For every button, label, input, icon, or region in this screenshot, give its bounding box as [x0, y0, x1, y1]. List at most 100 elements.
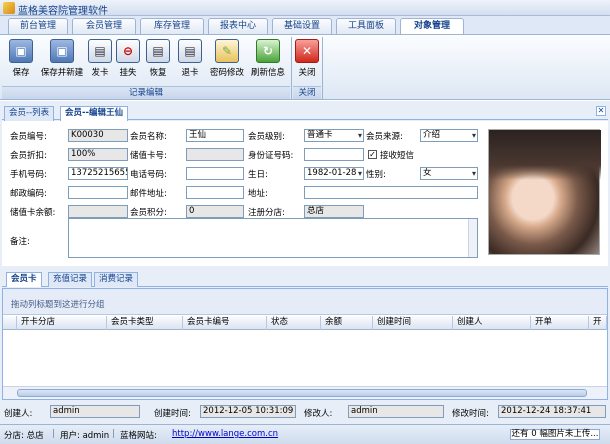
app-logo-icon	[3, 2, 15, 14]
save-button[interactable]: ▣ 保存	[6, 37, 36, 81]
column-header-balance[interactable]: 余额	[321, 316, 373, 330]
stored-balance-field[interactable]	[68, 205, 128, 218]
member-no-field[interactable]: K00030	[68, 129, 128, 142]
column-header-order[interactable]: 开单	[531, 316, 589, 330]
close-icon: ✕	[295, 39, 319, 63]
card-grid: 拖动列标题到这进行分组 开卡分店 会员卡类型 会员卡编号 状态 余额 创建时间 …	[2, 288, 608, 400]
save-icon: ▣	[9, 39, 33, 63]
points-field[interactable]: 0	[186, 205, 244, 218]
column-header-branch[interactable]: 开卡分店	[17, 316, 107, 330]
ribbon-toolbar: ▣ 保存 ▣ 保存并新建 ▤ 发卡 ⊖ 挂失 ▤ 恢复 ▤ 退卡 ✎ 密码修改 …	[0, 34, 610, 100]
audit-footer: 创建人: admin 创建时间: 2012-12-05 10:31:09 修改人…	[0, 402, 610, 422]
save-new-icon: ▣	[50, 39, 74, 63]
website-link[interactable]: http://www.lange.com.cn	[172, 429, 278, 439]
column-header-created-time[interactable]: 创建时间	[373, 316, 453, 330]
remark-scrollbar[interactable]	[468, 219, 477, 257]
branch-label: 注册分店:	[248, 208, 285, 218]
restore-icon: ▤	[146, 39, 170, 63]
refresh-button[interactable]: ↻ 刷新信息	[248, 37, 288, 81]
tab-basic-settings[interactable]: 基础设置	[272, 18, 332, 34]
modifier-field[interactable]: admin	[348, 405, 444, 418]
card-icon: ▤	[88, 39, 112, 63]
tab-inventory[interactable]: 库存管理	[140, 18, 204, 34]
stored-balance-label: 储值卡余额:	[10, 208, 56, 218]
address-label: 地址:	[248, 189, 268, 199]
menu-bar: 前台管理 会员管理 库存管理 报表中心 基础设置 工具面板 对象管理	[0, 16, 610, 34]
close-tab-icon[interactable]: ✕	[596, 106, 606, 116]
sms-checkbox[interactable]: ✓	[368, 150, 377, 159]
tab-reports[interactable]: 报表中心	[208, 18, 268, 34]
photo-hair-shade	[489, 130, 601, 180]
phone-label: 电话号码:	[130, 170, 167, 180]
modified-time-label: 修改时间:	[452, 409, 489, 419]
change-password-button[interactable]: ✎ 密码修改	[208, 37, 246, 81]
tab-member-management[interactable]: 会员管理	[72, 18, 136, 34]
tab-front-desk[interactable]: 前台管理	[8, 18, 68, 34]
save-and-new-button[interactable]: ▣ 保存并新建	[38, 37, 86, 81]
birthday-label: 生日:	[248, 170, 268, 180]
member-name-field[interactable]: 王仙	[186, 129, 244, 142]
tab-object-management[interactable]: 对象管理	[400, 18, 464, 34]
column-header-card-type[interactable]: 会员卡类型	[107, 316, 183, 330]
zip-field[interactable]	[68, 186, 128, 199]
id-card-field[interactable]	[304, 148, 364, 161]
title-bar: 蓝格美容院管理软件	[0, 0, 610, 17]
column-header-more[interactable]: 开	[589, 316, 607, 330]
column-header-row: 开卡分店 会员卡类型 会员卡编号 状态 余额 创建时间 创建人 开单 开	[3, 316, 607, 330]
tab-member-list[interactable]: 会员--列表	[4, 106, 55, 121]
discount-label: 会员折扣:	[10, 151, 47, 161]
modified-time-field[interactable]: 2012-12-24 18:37:41	[498, 405, 606, 418]
member-name-label: 会员名称:	[130, 132, 167, 142]
email-field[interactable]	[186, 186, 244, 199]
birthday-picker[interactable]: 1982-01-28	[304, 167, 364, 180]
created-time-field[interactable]: 2012-12-05 10:31:09	[200, 405, 296, 418]
tab-member-card[interactable]: 会员卡	[6, 272, 42, 287]
discount-field[interactable]: 100%	[68, 148, 128, 161]
tab-member-edit[interactable]: 会员--编辑王仙	[60, 106, 129, 121]
status-divider: |	[52, 429, 55, 439]
refresh-icon: ↻	[256, 39, 280, 63]
grid-horizontal-scrollbar[interactable]	[3, 386, 607, 399]
member-photo[interactable]	[488, 129, 601, 255]
member-level-label: 会员级别:	[248, 132, 285, 142]
created-time-label: 创建时间:	[154, 409, 191, 419]
stored-card-field[interactable]	[186, 148, 244, 161]
sms-label: 接收短信	[380, 151, 415, 161]
member-form: 会员编号: K00030 会员名称: 王仙 会员级别: 普通卡 会员来源: 介绍…	[2, 121, 608, 266]
report-loss-button[interactable]: ⊖ 挂失	[116, 37, 140, 81]
member-level-select[interactable]: 普通卡	[304, 129, 364, 142]
document-tab-bar: 会员--列表 会员--编辑王仙	[2, 104, 608, 121]
status-user: 用户: admin	[60, 431, 110, 441]
report-loss-icon: ⊖	[116, 39, 140, 63]
column-header-creator[interactable]: 创建人	[453, 316, 531, 330]
tab-tools[interactable]: 工具面板	[336, 18, 396, 34]
tab-recharge-records[interactable]: 充值记录	[48, 272, 93, 287]
mobile-field[interactable]: 13725215655	[68, 167, 128, 180]
return-card-button[interactable]: ▤ 退卡	[178, 37, 202, 81]
gender-select[interactable]: 女	[420, 167, 478, 180]
group-label-close: 关闭	[293, 86, 321, 99]
close-button[interactable]: ✕ 关闭	[294, 37, 320, 81]
column-header-card-no[interactable]: 会员卡编号	[183, 316, 267, 330]
modifier-label: 修改人:	[304, 409, 333, 419]
ribbon-separator	[322, 37, 323, 99]
scrollbar-thumb[interactable]	[17, 389, 587, 397]
creator-field[interactable]: admin	[50, 405, 140, 418]
member-source-label: 会员来源:	[366, 132, 403, 142]
address-field[interactable]	[304, 186, 478, 199]
pencil-icon: ✎	[215, 39, 239, 63]
restore-button[interactable]: ▤ 恢复	[146, 37, 170, 81]
issue-card-button[interactable]: ▤ 发卡	[88, 37, 112, 81]
remark-label: 备注:	[10, 237, 30, 247]
phone-field[interactable]	[186, 167, 244, 180]
column-header-status[interactable]: 状态	[267, 316, 321, 330]
member-source-select[interactable]: 介绍	[420, 129, 478, 142]
group-label-record-edit: 记录编辑	[2, 86, 290, 99]
id-card-label: 身份证号码:	[248, 151, 294, 161]
remark-textarea[interactable]	[68, 218, 478, 258]
points-label: 会员积分:	[130, 208, 167, 218]
tab-consumption-records[interactable]: 消费记录	[94, 272, 139, 287]
creator-label: 创建人:	[4, 409, 33, 419]
branch-field[interactable]: 总店	[304, 205, 364, 218]
zip-label: 邮政编码:	[10, 189, 47, 199]
